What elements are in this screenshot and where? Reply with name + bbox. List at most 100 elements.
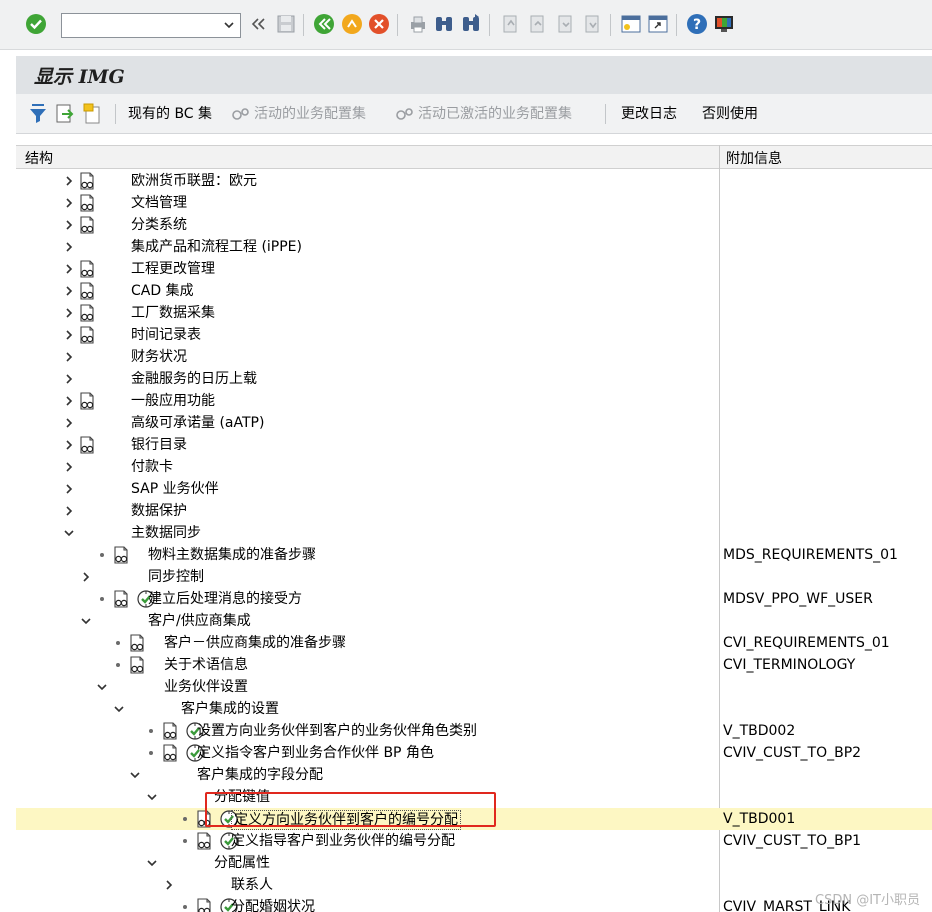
tree-node-label[interactable]: 数据保护 bbox=[131, 501, 187, 521]
tree-row[interactable]: 联系人 bbox=[16, 874, 932, 896]
tree-row[interactable]: 关于术语信息 CVI_TERMINOLOGY bbox=[16, 654, 932, 676]
chevron-down-icon[interactable] bbox=[129, 768, 141, 782]
expand-collapse-icon[interactable] bbox=[249, 13, 267, 35]
chevron-down-icon[interactable] bbox=[146, 856, 158, 870]
command-field[interactable] bbox=[61, 13, 241, 38]
documentation-glasses-icon[interactable] bbox=[111, 589, 131, 609]
tree-node-label[interactable]: 时间记录表 bbox=[131, 325, 201, 345]
change-log-button[interactable]: 更改日志 bbox=[621, 102, 677, 126]
column-header-structure[interactable]: 结构 bbox=[25, 148, 53, 168]
tree-row[interactable]: 客户/供应商集成 bbox=[16, 610, 932, 632]
tree-row[interactable]: 物料主数据集成的准备步骤 MDS_REQUIREMENTS_01 bbox=[16, 544, 932, 566]
chevron-right-icon[interactable] bbox=[63, 174, 75, 188]
print-icon[interactable] bbox=[407, 13, 429, 35]
chevron-right-icon[interactable] bbox=[63, 394, 75, 408]
chevron-right-icon[interactable] bbox=[63, 350, 75, 364]
tree-node-label[interactable]: 建立后处理消息的接受方 bbox=[148, 589, 302, 609]
tree-node-label[interactable]: 联系人 bbox=[231, 875, 273, 895]
chevron-right-icon[interactable] bbox=[63, 416, 75, 430]
documentation-icon[interactable] bbox=[82, 102, 104, 126]
exit-icon[interactable] bbox=[341, 13, 363, 35]
chevron-right-icon[interactable] bbox=[63, 306, 75, 320]
tree-row[interactable]: 财务状况 bbox=[16, 346, 932, 368]
tree-row[interactable]: 设置方向业务伙伴到客户的业务伙伴角色类别 V_TBD002 bbox=[16, 720, 932, 742]
chevron-right-icon[interactable] bbox=[63, 482, 75, 496]
chevron-right-icon[interactable] bbox=[63, 328, 75, 342]
tree-row[interactable]: 欧洲货币联盟：欧元 bbox=[16, 170, 932, 192]
chevron-right-icon[interactable] bbox=[163, 878, 175, 892]
tree-row[interactable]: 银行目录 bbox=[16, 434, 932, 456]
help-icon[interactable]: ? bbox=[686, 13, 708, 35]
documentation-glasses-icon[interactable] bbox=[77, 171, 97, 191]
column-header-additional-info[interactable]: 附加信息 bbox=[726, 148, 782, 168]
tree-row[interactable]: 客户－供应商集成的准备步骤 CVI_REQUIREMENTS_01 bbox=[16, 632, 932, 654]
import-icon[interactable] bbox=[54, 102, 76, 126]
documentation-glasses-icon[interactable] bbox=[77, 193, 97, 213]
tree-row[interactable]: 付款卡 bbox=[16, 456, 932, 478]
tree-row[interactable]: 分配婚姻状况 CVIV_MARST_LINK bbox=[16, 896, 932, 912]
documentation-glasses-icon[interactable] bbox=[194, 831, 214, 851]
tree-node-label[interactable]: 分配婚姻状况 bbox=[231, 897, 315, 912]
tree-node-label[interactable]: 工厂数据采集 bbox=[131, 303, 215, 323]
tree-row[interactable]: 高级可承诺量 (aATP) bbox=[16, 412, 932, 434]
tree-node-label[interactable]: 主数据同步 bbox=[131, 523, 201, 543]
tree-node-label[interactable]: 设置方向业务伙伴到客户的业务伙伴角色类别 bbox=[197, 721, 477, 741]
tree-node-label[interactable]: 业务伙伴设置 bbox=[164, 677, 248, 697]
tree-row[interactable]: 集成产品和流程工程 (iPPE) bbox=[16, 236, 932, 258]
tree-node-label[interactable]: 金融服务的日历上载 bbox=[131, 369, 257, 389]
save-icon[interactable] bbox=[275, 13, 297, 35]
filter-icon[interactable] bbox=[27, 102, 49, 126]
tree-row[interactable]: SAP 业务伙伴 bbox=[16, 478, 932, 500]
first-page-icon[interactable] bbox=[499, 13, 521, 35]
tree-node-label[interactable]: 欧洲货币联盟：欧元 bbox=[131, 171, 257, 191]
find-icon[interactable] bbox=[433, 13, 455, 35]
tree-node-label[interactable]: 客户集成的字段分配 bbox=[197, 765, 323, 785]
documentation-glasses-icon[interactable] bbox=[160, 743, 180, 763]
tree-row[interactable]: 主数据同步 bbox=[16, 522, 932, 544]
tree-row[interactable]: 分类系统 bbox=[16, 214, 932, 236]
find-next-icon[interactable] bbox=[460, 13, 482, 35]
chevron-right-icon[interactable] bbox=[63, 218, 75, 232]
tree-node-label[interactable]: 物料主数据集成的准备步骤 bbox=[148, 545, 316, 565]
activated-bc-sets-button[interactable]: 活动已激活的业务配置集 bbox=[394, 102, 572, 126]
tree-row[interactable]: 建立后处理消息的接受方 MDSV_PPO_WF_USER bbox=[16, 588, 932, 610]
tree-row[interactable]: 工厂数据采集 bbox=[16, 302, 932, 324]
documentation-glasses-icon[interactable] bbox=[77, 435, 97, 455]
cancel-icon[interactable] bbox=[368, 13, 390, 35]
tree-node-label[interactable]: 一般应用功能 bbox=[131, 391, 215, 411]
chevron-right-icon[interactable] bbox=[63, 284, 75, 298]
back-icon[interactable] bbox=[313, 13, 335, 35]
tree-node-label[interactable]: CAD 集成 bbox=[131, 281, 194, 301]
documentation-glasses-icon[interactable] bbox=[77, 281, 97, 301]
tree-row[interactable]: 金融服务的日历上载 bbox=[16, 368, 932, 390]
chevron-down-icon[interactable] bbox=[113, 702, 125, 716]
customize-layout-icon[interactable] bbox=[713, 13, 735, 35]
tree-node-label[interactable]: 定义指令客户到业务合作伙伴 BP 角色 bbox=[197, 743, 434, 763]
tree-row[interactable]: 同步控制 bbox=[16, 566, 932, 588]
tree-node-label[interactable]: 集成产品和流程工程 (iPPE) bbox=[131, 237, 302, 257]
chevron-right-icon[interactable] bbox=[63, 438, 75, 452]
tree-node-label[interactable]: 分配属性 bbox=[214, 853, 270, 873]
tree-node-label[interactable]: 高级可承诺量 (aATP) bbox=[131, 413, 264, 433]
tree-node-label[interactable]: 关于术语信息 bbox=[164, 655, 248, 675]
existing-bc-sets-button[interactable]: 现有的 BC 集 bbox=[128, 102, 212, 126]
tree-row[interactable]: 客户集成的设置 bbox=[16, 698, 932, 720]
next-page-icon[interactable] bbox=[554, 13, 576, 35]
chevron-right-icon[interactable] bbox=[63, 196, 75, 210]
documentation-glasses-icon[interactable] bbox=[77, 215, 97, 235]
tree-row[interactable]: CAD 集成 bbox=[16, 280, 932, 302]
tree-row[interactable]: 定义指导客户到业务伙伴的编号分配 CVIV_CUST_TO_BP1 bbox=[16, 830, 932, 852]
tree-node-label[interactable]: 工程更改管理 bbox=[131, 259, 215, 279]
documentation-glasses-icon[interactable] bbox=[111, 545, 131, 565]
tree-node-label[interactable]: 财务状况 bbox=[131, 347, 187, 367]
tree-node-label[interactable]: 付款卡 bbox=[131, 457, 173, 477]
enter-icon[interactable] bbox=[25, 13, 47, 35]
tree-node-label[interactable]: 文档管理 bbox=[131, 193, 187, 213]
chevron-right-icon[interactable] bbox=[63, 504, 75, 518]
tree-node-label[interactable]: 客户/供应商集成 bbox=[148, 611, 251, 631]
tree-row[interactable]: 工程更改管理 bbox=[16, 258, 932, 280]
documentation-glasses-icon[interactable] bbox=[77, 303, 97, 323]
chevron-down-icon[interactable] bbox=[222, 18, 236, 32]
otherwise-use-button[interactable]: 否则使用 bbox=[702, 102, 758, 126]
previous-page-icon[interactable] bbox=[526, 13, 548, 35]
